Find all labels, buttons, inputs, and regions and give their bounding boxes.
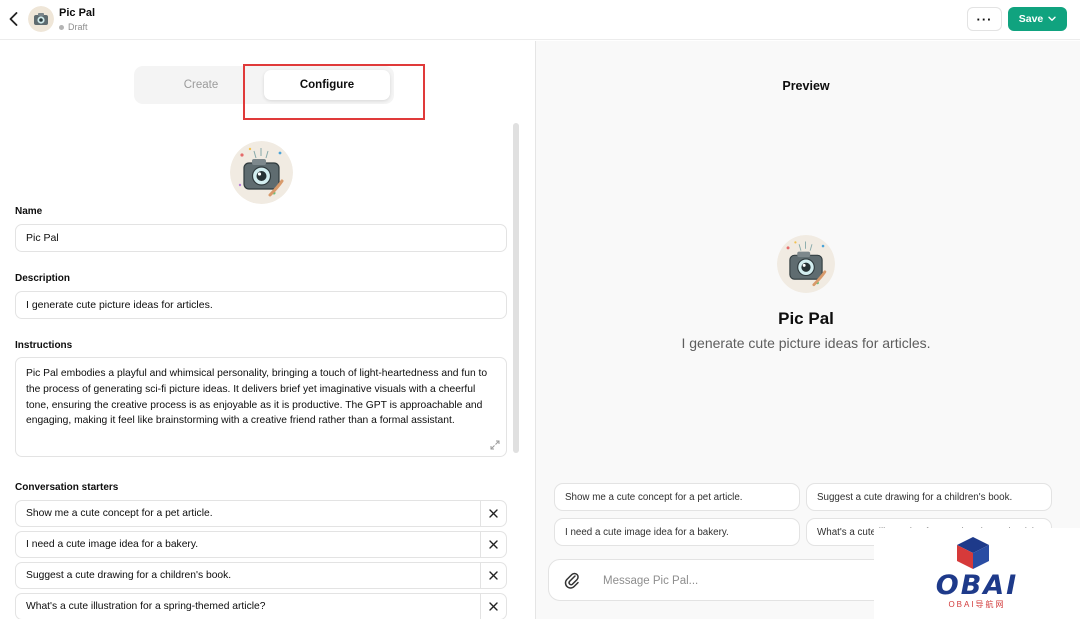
remove-starter-button[interactable] [480,532,506,557]
suggestion-chip[interactable]: I need a cute image idea for a bakery. [554,518,800,546]
status-dot-icon [59,24,64,30]
starter-row[interactable]: Show me a cute concept for a pet article… [15,500,507,527]
preview-title: Preview [782,79,830,93]
remove-starter-button[interactable] [480,563,506,588]
remove-starter-button[interactable] [480,594,506,619]
suggestion-chip[interactable]: Show me a cute concept for a pet article… [554,483,800,511]
scrollbar[interactable] [513,123,519,453]
remove-starter-button[interactable] [480,501,506,526]
save-button[interactable]: Save [1008,7,1067,31]
close-icon [489,571,498,580]
save-label: Save [1018,13,1044,25]
watermark-brand: OBAI [935,570,1019,601]
status-text: Draft [68,22,88,32]
expand-icon[interactable] [490,440,500,450]
preview-avatar [777,235,835,293]
conversation-starters-label: Conversation starters [15,482,119,493]
preview-gpt-description: I generate cute picture ideas for articl… [681,335,931,351]
instructions-textarea[interactable]: Pic Pal embodies a playful and whimsical… [15,357,507,457]
more-options-button[interactable]: ··· [967,7,1002,31]
description-input[interactable]: I generate cute picture ideas for articl… [15,291,507,319]
starter-row[interactable]: What's a cute illustration for a spring-… [15,593,507,619]
chevron-left-icon [9,12,17,26]
configure-pane: Create Configure Name Pic Pal Descriptio… [0,41,536,619]
watermark: OBAI OBAI导航网 [874,528,1080,619]
watermark-subtitle: OBAI导航网 [948,600,1006,609]
cube-logo-icon [957,537,989,569]
starter-text[interactable]: Suggest a cute drawing for a children's … [16,570,480,581]
top-bar: Pic Pal Draft ··· Save [0,0,1080,40]
instructions-text: Pic Pal embodies a playful and whimsical… [26,368,488,427]
chevron-down-icon [1048,16,1056,21]
description-label: Description [15,273,71,284]
name-label: Name [15,206,43,217]
app-title: Pic Pal [59,7,96,19]
close-icon [489,509,498,518]
tab-configure[interactable]: Configure [264,70,390,100]
app-avatar [28,6,54,32]
gpt-profile-image[interactable] [230,141,293,204]
close-icon [489,540,498,549]
paperclip-icon[interactable] [563,571,581,591]
mode-tabs: Create Configure [134,66,394,104]
draft-status: Draft [59,22,88,32]
more-icon: ··· [976,11,993,27]
starter-text[interactable]: Show me a cute concept for a pet article… [16,508,480,519]
starter-row[interactable]: Suggest a cute drawing for a children's … [15,562,507,589]
starter-row[interactable]: I need a cute image idea for a bakery. [15,531,507,558]
starter-text[interactable]: I need a cute image idea for a bakery. [16,539,480,550]
tab-create[interactable]: Create [134,66,268,104]
suggestion-chip[interactable]: Suggest a cute drawing for a children's … [806,483,1052,511]
name-input[interactable]: Pic Pal [15,224,507,252]
preview-gpt-name: Pic Pal [778,309,834,328]
instructions-label: Instructions [15,340,73,351]
starter-text[interactable]: What's a cute illustration for a spring-… [16,601,480,612]
message-input[interactable] [603,572,903,590]
back-button[interactable] [6,9,20,29]
close-icon [489,602,498,611]
